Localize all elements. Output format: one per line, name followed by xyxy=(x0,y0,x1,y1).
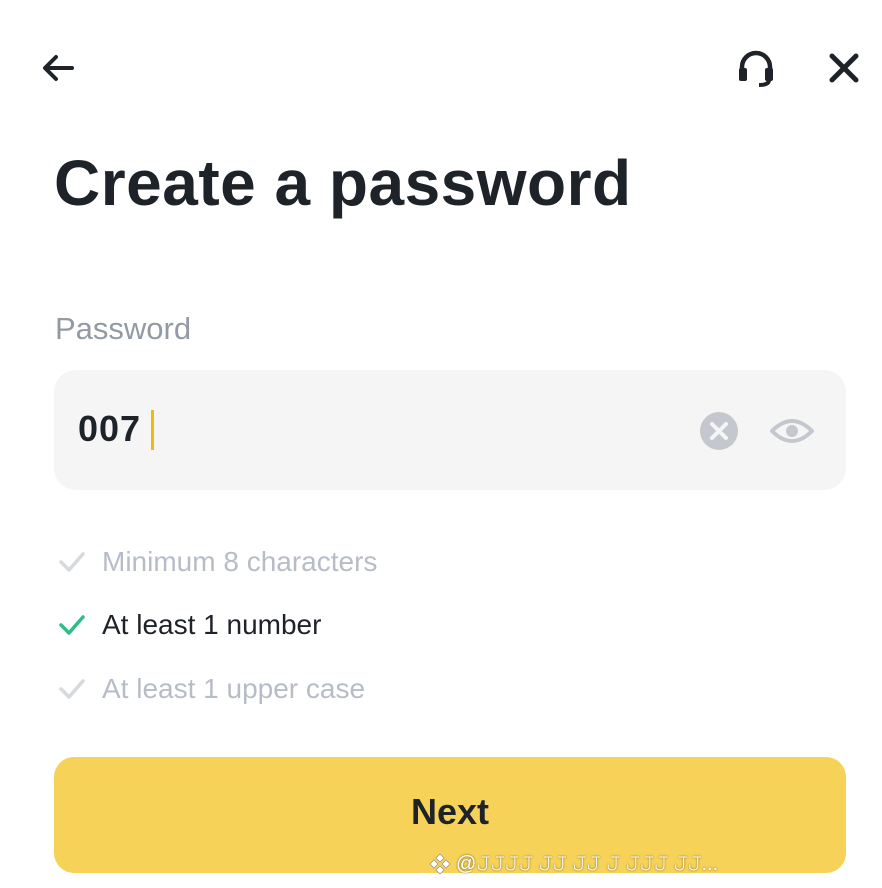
requirement-label: Minimum 8 characters xyxy=(102,545,378,577)
headset-icon xyxy=(739,50,773,87)
requirement-min-length: Minimum 8 characters xyxy=(56,530,656,594)
watermark-text: @𝙹𝙹𝙹𝙹 𝙹𝙹 𝙹𝙹 𝙹 𝙹𝙹𝙹 𝙹𝙹... xyxy=(456,852,719,875)
support-button[interactable] xyxy=(728,40,784,96)
clear-button[interactable] xyxy=(698,410,740,452)
arrow-left-icon xyxy=(43,55,74,81)
back-button[interactable] xyxy=(30,40,86,96)
binance-logo-icon xyxy=(429,853,451,875)
password-value: 007 xyxy=(78,408,142,449)
requirement-label: At least 1 upper case xyxy=(102,672,366,704)
password-input[interactable]: 007 xyxy=(54,370,846,490)
page-title: Create a password xyxy=(54,147,632,219)
password-label: Password xyxy=(55,311,192,346)
eye-icon xyxy=(770,419,814,443)
check-icon xyxy=(56,673,88,705)
toggle-visibility-button[interactable] xyxy=(768,408,816,454)
check-icon xyxy=(56,609,88,641)
check-icon xyxy=(56,546,88,578)
requirement-label: At least 1 number xyxy=(102,609,322,641)
password-requirements: Minimum 8 characters At least 1 number A… xyxy=(56,530,656,721)
watermark: @𝙹𝙹𝙹𝙹 𝙹𝙹 𝙹𝙹 𝙹 𝙹𝙹𝙹 𝙹𝙹... xyxy=(428,848,718,880)
requirement-number: At least 1 number xyxy=(56,594,656,658)
close-button[interactable] xyxy=(816,40,872,96)
close-icon xyxy=(829,53,859,83)
requirement-uppercase: At least 1 upper case xyxy=(56,657,656,721)
clear-circle-icon xyxy=(700,412,738,450)
text-cursor xyxy=(151,410,154,450)
